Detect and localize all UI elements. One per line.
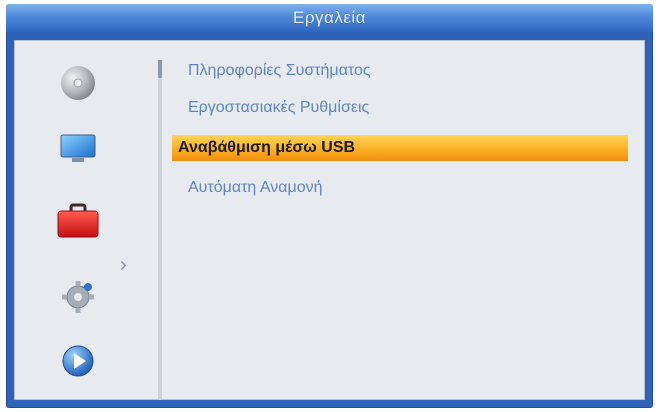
category-sidebar: › — [14, 40, 154, 400]
sidebar-item-picture[interactable] — [50, 124, 106, 174]
menu-item-usb-upgrade[interactable]: Αναβάθμιση μέσω USB — [172, 135, 628, 161]
selected-arrow-icon: › — [120, 254, 127, 276]
menu-item-label: Πληροφορίες Συστήματος — [188, 62, 371, 79]
menu-item-factory-settings[interactable]: Εργοστασιακές Ρυθμίσεις — [172, 95, 628, 121]
menu-item-label: Αυτόματη Αναμονή — [188, 179, 323, 196]
menu-item-label: Αναβάθμιση μέσω USB — [178, 139, 356, 156]
sidebar-item-media-player[interactable] — [50, 336, 106, 386]
menu-item-label: Εργοστασιακές Ρυθμίσεις — [188, 99, 370, 116]
sidebar-item-tools[interactable] — [50, 196, 106, 246]
sidebar-item-settings[interactable] — [50, 270, 106, 320]
title-bar: Εργαλεία — [6, 4, 653, 32]
menu-scroll-thumb[interactable] — [158, 60, 162, 78]
toolbox-icon — [57, 203, 99, 238]
page-title: Εργαλεία — [292, 8, 367, 27]
menu-item-system-info[interactable]: Πληροφορίες Συστήματος — [172, 58, 628, 84]
menu-item-auto-standby[interactable]: Αυτόματη Αναμονή — [172, 175, 628, 201]
gear-icon — [62, 281, 94, 313]
monitor-icon — [60, 134, 96, 162]
sidebar-item-media[interactable] — [50, 58, 106, 108]
menu-scrollbar[interactable] — [158, 60, 162, 400]
disc-icon — [61, 66, 95, 100]
play-icon — [62, 345, 94, 377]
